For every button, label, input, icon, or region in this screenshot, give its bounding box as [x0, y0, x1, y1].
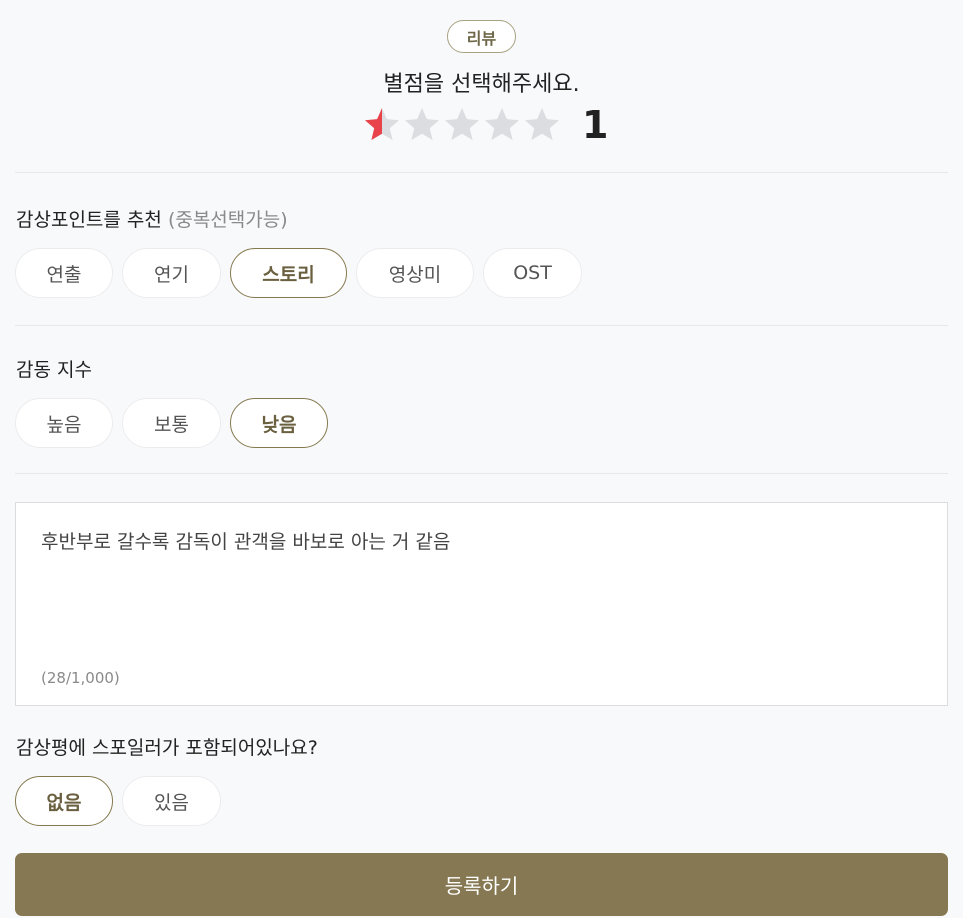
rating-score: 1: [582, 103, 609, 147]
chip-high[interactable]: 높음: [15, 398, 113, 448]
star-icon[interactable]: [362, 105, 402, 145]
review-text: 후반부로 갈수록 감독이 관객을 바보로 아는 거 같음: [41, 531, 451, 553]
char-counter: (28/1,000): [41, 669, 120, 687]
chip-visuals[interactable]: 영상미: [356, 248, 474, 298]
chip-story[interactable]: 스토리: [230, 248, 347, 298]
review-badge: 리뷰: [447, 20, 516, 53]
submit-button[interactable]: 등록하기: [15, 853, 948, 916]
star-list[interactable]: [362, 105, 562, 145]
star-rating[interactable]: 1: [362, 103, 608, 147]
chip-has-spoiler[interactable]: 있음: [122, 776, 221, 826]
recommend-title-note: (중복선택가능): [167, 209, 288, 231]
recommend-title: 감상포인트를 추천 (중복선택가능): [16, 205, 288, 232]
chip-medium[interactable]: 보통: [122, 398, 221, 448]
divider: [15, 325, 948, 326]
recommend-title-text: 감상포인트를 추천: [16, 209, 162, 231]
star-icon[interactable]: [402, 105, 442, 145]
chip-ost[interactable]: OST: [483, 248, 582, 298]
review-textarea[interactable]: 후반부로 갈수록 감독이 관객을 바보로 아는 거 같음 (28/1,000): [15, 502, 948, 706]
recommend-options: 연출 연기 스토리 영상미 OST: [15, 248, 582, 298]
divider: [15, 172, 948, 173]
spoiler-options: 없음 있음: [15, 776, 221, 826]
chip-acting[interactable]: 연기: [122, 248, 221, 298]
star-icon[interactable]: [482, 105, 522, 145]
emotion-options: 높음 보통 낮음: [15, 398, 328, 448]
rating-prompt: 별점을 선택해주세요.: [383, 72, 580, 97]
spoiler-title: 감상평에 스포일러가 포함되어있나요?: [16, 737, 318, 759]
chip-low[interactable]: 낮음: [230, 398, 328, 448]
emotion-title: 감동 지수: [16, 359, 92, 381]
star-icon[interactable]: [522, 105, 562, 145]
chip-no-spoiler[interactable]: 없음: [15, 776, 113, 826]
divider: [15, 473, 948, 474]
chip-direction[interactable]: 연출: [15, 248, 113, 298]
star-icon[interactable]: [442, 105, 482, 145]
